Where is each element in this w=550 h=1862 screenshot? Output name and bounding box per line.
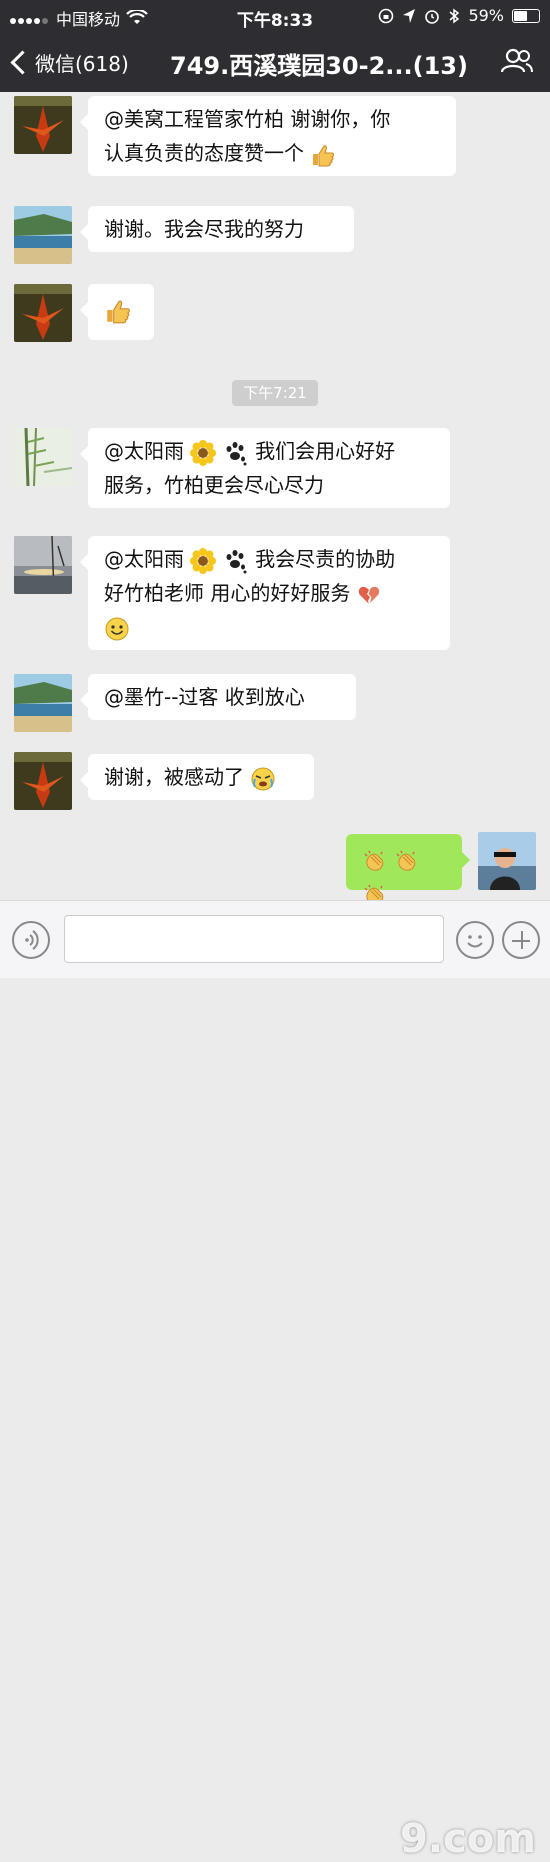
paw-print-icon xyxy=(226,549,247,573)
clapping-icon xyxy=(396,850,416,871)
message-text: 谢谢，被感动了 xyxy=(104,765,244,789)
smile-icon xyxy=(467,935,483,948)
avatar[interactable] xyxy=(14,752,72,810)
message-mention: @太阳雨 xyxy=(104,547,184,571)
bluetooth-icon xyxy=(449,8,460,23)
alarm-icon xyxy=(425,9,440,24)
status-right: 59% xyxy=(378,6,540,25)
thumbs-up-icon xyxy=(313,144,335,166)
battery-percent: 59% xyxy=(468,6,504,25)
message-input[interactable] xyxy=(64,915,444,963)
sunflower-icon xyxy=(190,439,217,466)
message-text: @墨竹--过客 收到放心 xyxy=(104,685,305,709)
battery-fill xyxy=(514,10,527,21)
lock-rotation-icon xyxy=(379,8,394,23)
avatar[interactable] xyxy=(14,674,72,732)
back-label: 微信(618) xyxy=(35,52,129,76)
voice-button[interactable] xyxy=(12,921,50,959)
input-bar: 9.com xyxy=(0,900,550,1862)
message-bubble[interactable]: @太阳雨 我会尽责的协助 好竹柏老师 用心的好好服务 xyxy=(80,536,450,650)
time-divider: 下午7:21 xyxy=(232,380,318,406)
chevron-left-icon xyxy=(10,50,35,75)
watermark-logo: 9.com xyxy=(400,1816,536,1862)
group-members-icon[interactable] xyxy=(500,48,534,74)
message-text: 认真负责的态度赞一个 xyxy=(104,141,304,165)
broken-heart-icon xyxy=(358,586,379,604)
back-button[interactable]: 微信(618) xyxy=(10,48,129,77)
my-message-bubble[interactable] xyxy=(346,834,470,900)
message-bubble[interactable]: 谢谢。我会尽我的努力 xyxy=(80,206,354,252)
clapping-icon xyxy=(364,884,384,900)
avatar[interactable] xyxy=(14,96,72,154)
battery-icon xyxy=(512,8,540,23)
paw-print-icon xyxy=(226,441,247,465)
nav-bar: 微信(618) 749.西溪璞园30-2...(13) xyxy=(0,32,550,92)
message-mention: @太阳雨 xyxy=(104,439,184,463)
smile-icon xyxy=(105,617,129,640)
avatar[interactable] xyxy=(14,284,72,342)
message-text: 服务，竹柏更会尽心尽力 xyxy=(104,473,324,497)
emoji-button[interactable] xyxy=(456,921,494,959)
chat-title: 749.西溪璞园30-2...(13) xyxy=(170,52,468,80)
thumbs-up-icon xyxy=(107,300,130,323)
message-bubble[interactable]: @美窝工程管家竹柏 谢谢你，你 认真负责的态度赞一个 xyxy=(80,96,456,176)
avatar[interactable] xyxy=(14,428,72,486)
clapping-icon xyxy=(364,850,384,871)
message-text: 我会尽责的协助 xyxy=(255,547,396,571)
voice-icon xyxy=(25,930,39,950)
avatar[interactable] xyxy=(14,206,72,264)
message-text: 好竹柏老师 用心的好好服务 xyxy=(104,581,351,605)
sunflower-icon xyxy=(190,547,217,574)
avatar[interactable] xyxy=(14,536,72,594)
crying-face-icon xyxy=(251,767,275,790)
location-icon xyxy=(403,8,416,23)
more-button[interactable] xyxy=(502,921,540,959)
my-avatar[interactable] xyxy=(478,832,536,890)
message-bubble[interactable]: @太阳雨 我们会用心好好 服务，竹柏更会尽心尽力 xyxy=(80,428,450,508)
message-text: @美窝工程管家竹柏 谢谢你，你 xyxy=(104,107,391,131)
message-bubble[interactable] xyxy=(80,284,154,340)
chat-area[interactable]: @美窝工程管家竹柏 谢谢你，你 认真负责的态度赞一个 谢谢。我会尽我的努力 下午… xyxy=(0,92,550,900)
status-bar: 中国移动 下午8:33 59% xyxy=(0,0,550,32)
message-bubble[interactable]: 谢谢，被感动了 xyxy=(80,754,314,800)
message-bubble[interactable]: @墨竹--过客 收到放心 xyxy=(80,674,356,720)
message-text: 我们会用心好好 xyxy=(255,439,396,463)
message-text: 谢谢。我会尽我的努力 xyxy=(104,217,304,241)
